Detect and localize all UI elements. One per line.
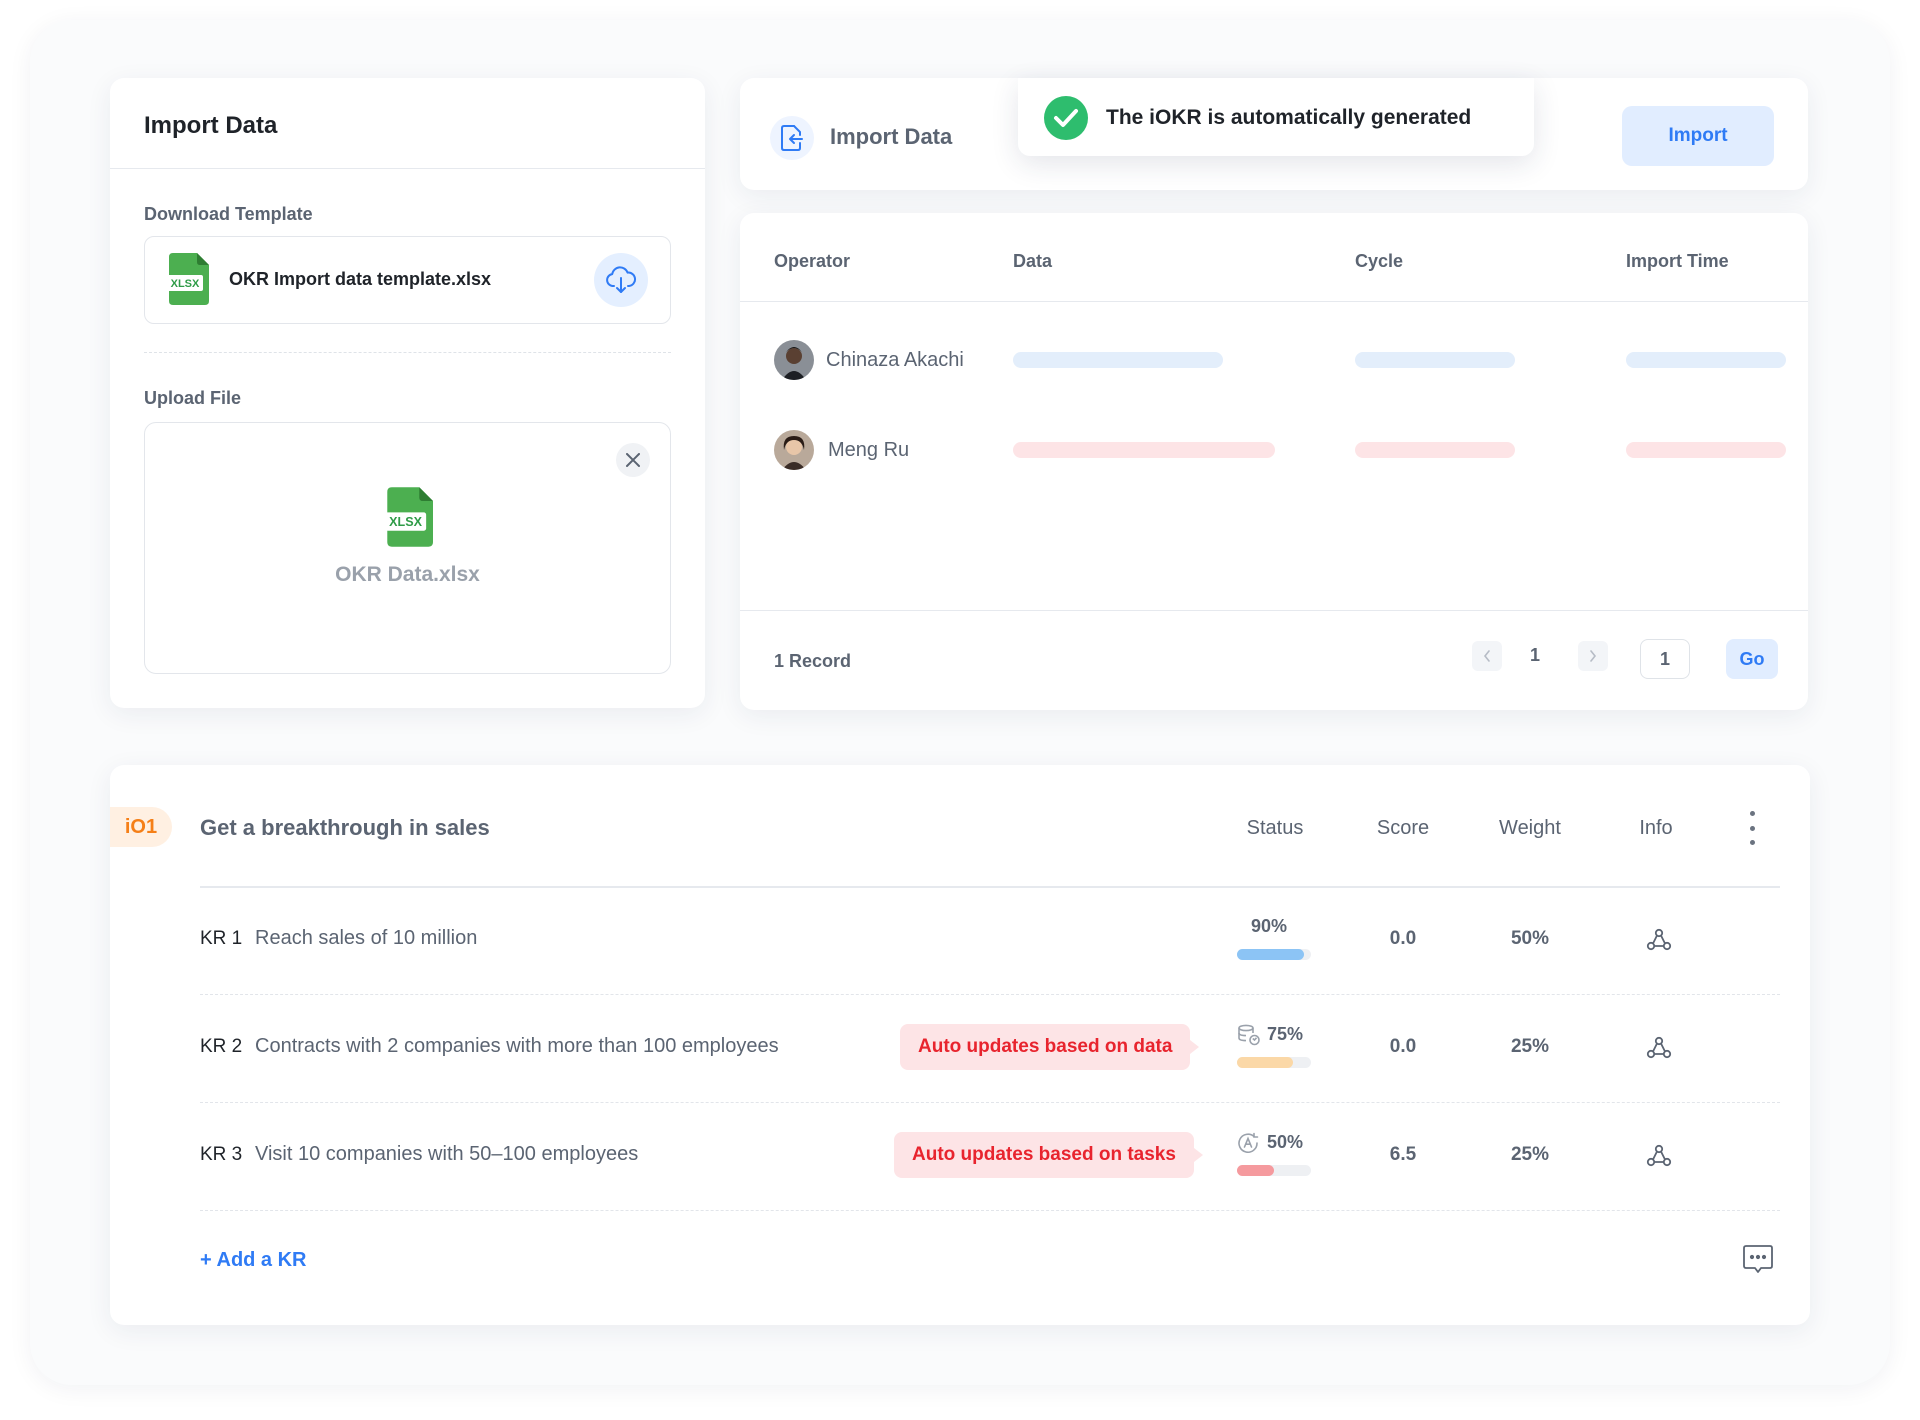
comment-icon[interactable] bbox=[1742, 1245, 1774, 1275]
column-header-status: Status bbox=[1246, 817, 1304, 839]
header-divider bbox=[740, 301, 1808, 302]
progress-fill bbox=[1237, 949, 1304, 960]
import-time-placeholder bbox=[1626, 352, 1786, 368]
panel-divider bbox=[110, 168, 705, 169]
kr-weight: 25% bbox=[1510, 1036, 1550, 1057]
add-kr-button[interactable]: + Add a KR bbox=[200, 1249, 307, 1272]
cycle-placeholder bbox=[1355, 442, 1515, 458]
column-header-operator: Operator bbox=[774, 251, 851, 271]
kr-divider bbox=[200, 1102, 1780, 1103]
xlsx-file-icon: XLSX bbox=[385, 487, 433, 547]
template-filename: OKR Import data template.xlsx bbox=[229, 269, 492, 289]
kr-text: Contracts with 2 companies with more tha… bbox=[255, 1035, 779, 1057]
kr-progress: 50% bbox=[1237, 1132, 1311, 1182]
auto-update-tag: Auto updates based on tasks bbox=[894, 1132, 1203, 1178]
alignment-icon[interactable] bbox=[1646, 928, 1672, 952]
footer-divider bbox=[740, 610, 1808, 611]
progress-fill bbox=[1237, 1165, 1274, 1176]
auto-update-tag: Auto updates based on data bbox=[900, 1024, 1200, 1070]
more-vertical-icon[interactable] bbox=[1742, 811, 1762, 845]
page-jump-input[interactable] bbox=[1640, 639, 1690, 679]
database-sync-icon bbox=[1238, 1024, 1260, 1046]
data-placeholder bbox=[1013, 352, 1223, 368]
progress-fill bbox=[1237, 1057, 1293, 1068]
upload-file-label: Upload File bbox=[144, 388, 242, 408]
success-toast: The iOKR is automatically generated bbox=[1018, 78, 1534, 156]
progress-value: 50% bbox=[1267, 1132, 1304, 1152]
go-button[interactable]: Go bbox=[1726, 639, 1778, 679]
upload-dropzone[interactable]: XLSX OKR Data.xlsx bbox=[144, 422, 671, 674]
next-page-button[interactable] bbox=[1578, 641, 1608, 671]
operator-name: Chinaza Akachi bbox=[826, 349, 964, 371]
kr-divider bbox=[200, 1210, 1780, 1211]
import-data-panel: Import Data Download Template XLSX OKR I… bbox=[110, 78, 705, 708]
objective-card: iO1 Get a breakthrough in sales Status S… bbox=[110, 765, 1810, 1325]
kr-weight: 25% bbox=[1510, 1144, 1550, 1165]
progress-value: 75% bbox=[1267, 1024, 1304, 1044]
record-count: 1 Record bbox=[774, 651, 852, 671]
kr-row[interactable]: KR 1 Reach sales of 10 million 90% 0.0 5… bbox=[110, 888, 1810, 994]
uploaded-filename: OKR Data.xlsx bbox=[335, 563, 480, 586]
alignment-icon[interactable] bbox=[1646, 1036, 1672, 1060]
avatar bbox=[774, 430, 814, 470]
kr-text: Visit 10 companies with 50–100 employees bbox=[255, 1143, 639, 1165]
panel-title: Import Data bbox=[144, 112, 278, 139]
kr-row[interactable]: KR 2 Contracts with 2 companies with mor… bbox=[110, 996, 1810, 1102]
progress-value: 90% bbox=[1251, 916, 1288, 936]
current-page[interactable]: 1 bbox=[1530, 645, 1540, 666]
kr-score: 0.0 bbox=[1389, 1036, 1417, 1057]
header-title: Import Data bbox=[830, 124, 953, 149]
kr-score: 0.0 bbox=[1389, 928, 1417, 949]
data-placeholder bbox=[1013, 442, 1275, 458]
progress-track bbox=[1237, 949, 1311, 960]
close-icon bbox=[626, 453, 640, 467]
operator-name: Meng Ru bbox=[828, 439, 910, 461]
objective-badge: iO1 bbox=[110, 807, 172, 847]
template-file-card[interactable]: XLSX OKR Import data template.xlsx bbox=[144, 236, 671, 324]
xlsx-icon-text: XLSX bbox=[171, 278, 200, 290]
file-import-icon bbox=[770, 116, 814, 160]
progress-track bbox=[1237, 1057, 1311, 1068]
prev-page-button[interactable] bbox=[1472, 641, 1502, 671]
kr-label: KR 2 bbox=[200, 1036, 243, 1057]
remove-file-button[interactable] bbox=[616, 443, 650, 477]
download-template-label: Download Template bbox=[144, 204, 313, 224]
section-divider bbox=[144, 352, 671, 353]
column-header-weight: Weight bbox=[1499, 817, 1561, 839]
cycle-placeholder bbox=[1355, 352, 1515, 368]
kr-text: Reach sales of 10 million bbox=[255, 927, 478, 949]
kr-score: 6.5 bbox=[1389, 1144, 1417, 1165]
kr-progress: 90% bbox=[1237, 916, 1311, 966]
auto-task-icon bbox=[1238, 1132, 1259, 1153]
toast-message: The iOKR is automatically generated bbox=[1106, 106, 1472, 129]
column-header-score: Score bbox=[1376, 817, 1430, 839]
download-template-button[interactable] bbox=[594, 253, 648, 307]
column-header-info: Info bbox=[1639, 817, 1673, 839]
alignment-icon[interactable] bbox=[1646, 1144, 1672, 1168]
kr-progress: 75% bbox=[1237, 1024, 1311, 1074]
cloud-download-icon bbox=[606, 266, 636, 293]
column-header-cycle: Cycle bbox=[1355, 251, 1404, 271]
check-circle-icon bbox=[1044, 96, 1088, 140]
kr-weight: 50% bbox=[1510, 928, 1550, 949]
objective-title[interactable]: Get a breakthrough in sales bbox=[200, 815, 490, 841]
chevron-right-icon bbox=[1590, 650, 1597, 662]
kr-label: KR 3 bbox=[200, 1144, 243, 1165]
import-time-placeholder bbox=[1626, 442, 1786, 458]
column-header-data: Data bbox=[1013, 251, 1053, 271]
import-history-table: Operator Data Cycle Import Time Chinaza … bbox=[740, 213, 1808, 710]
chevron-left-icon bbox=[1483, 650, 1490, 662]
xlsx-file-icon: XLSX bbox=[167, 253, 209, 305]
import-button[interactable]: Import bbox=[1622, 106, 1774, 166]
kr-divider bbox=[200, 994, 1780, 995]
xlsx-icon-text: XLSX bbox=[389, 515, 422, 529]
avatar bbox=[774, 340, 814, 380]
kr-label: KR 1 bbox=[200, 928, 243, 949]
progress-track bbox=[1237, 1165, 1311, 1176]
kr-row[interactable]: KR 3 Visit 10 companies with 50–100 empl… bbox=[110, 1104, 1810, 1210]
column-header-import-time: Import Time bbox=[1626, 251, 1729, 271]
